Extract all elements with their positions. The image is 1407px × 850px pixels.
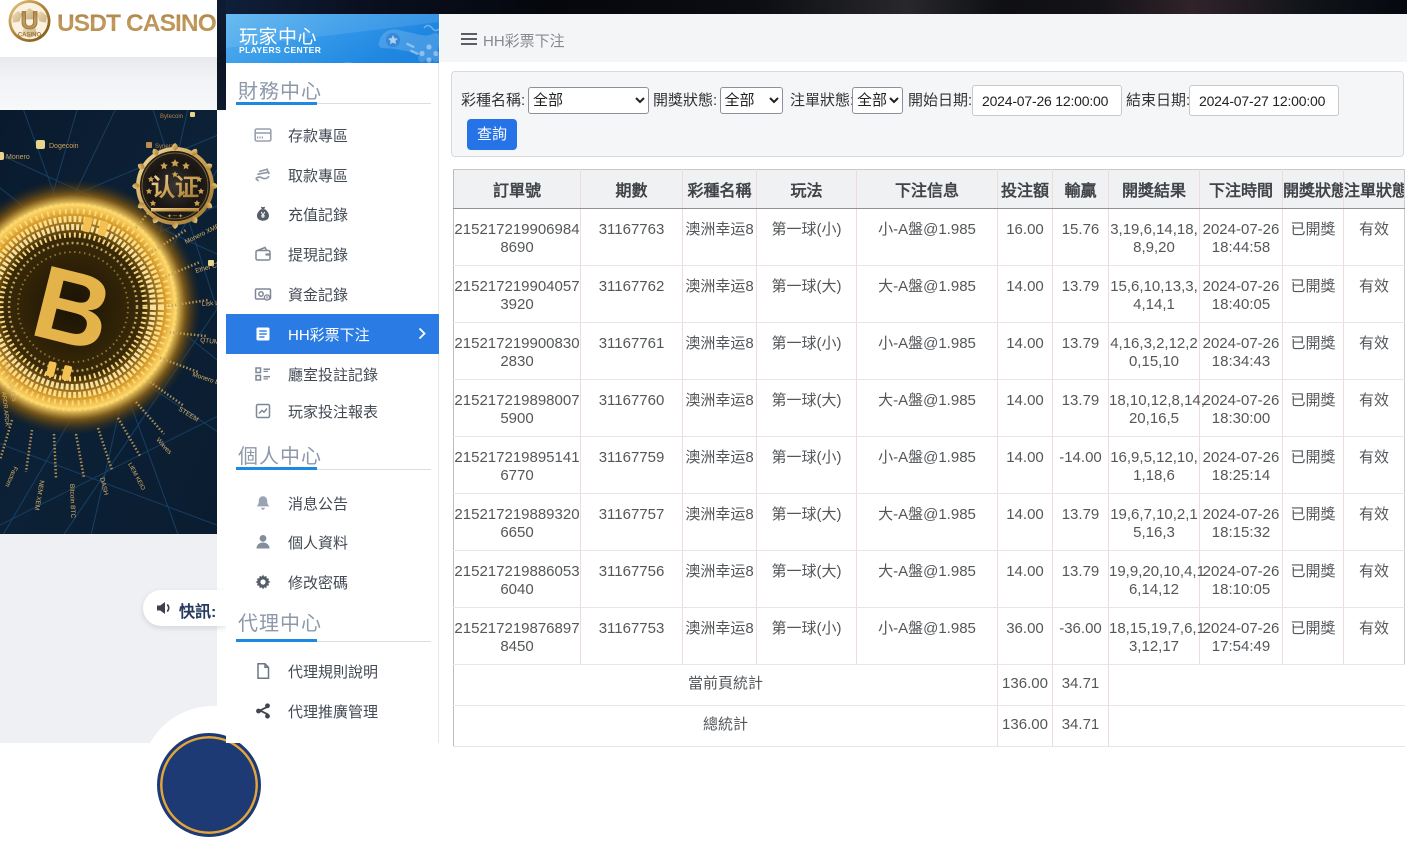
svg-text:✦－✦: ✦－✦	[167, 213, 183, 220]
svg-text:Dogecoin: Dogecoin	[49, 143, 79, 150]
svg-text:Lisk LSK: Lisk LSK	[202, 299, 217, 308]
svg-text:U: U	[20, 7, 38, 35]
svg-text:¥: ¥	[261, 211, 266, 220]
svg-text:认证: 认证	[151, 175, 199, 202]
svg-text:USDT CASINO: USDT CASINO	[57, 10, 217, 37]
svg-text:Monero: Monero	[6, 154, 30, 161]
svg-text:Bitcoin BTC: Bitcoin BTC	[68, 484, 76, 519]
svg-text:CASINO: CASINO	[18, 33, 42, 39]
svg-text:Bytecoin: Bytecoin	[160, 114, 183, 120]
